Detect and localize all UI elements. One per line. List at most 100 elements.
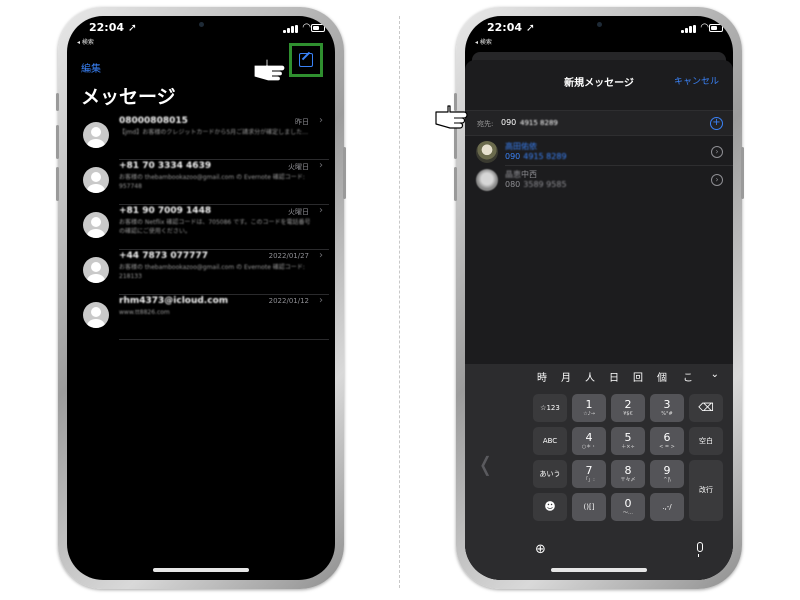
key-digit: 4	[585, 431, 593, 444]
candidate-item[interactable]: 個	[657, 369, 667, 384]
chevron-right-icon[interactable]: ›	[711, 174, 723, 186]
key-return[interactable]: 改行	[689, 460, 723, 521]
chevron-right-icon: ›	[319, 250, 323, 261]
contact-suggestion[interactable]: 高田佑依 090 4915 8289 ›	[465, 138, 733, 166]
recipient-label: 宛先:	[477, 120, 494, 128]
key-digit: 1	[585, 398, 593, 411]
pointing-hand-icon	[253, 58, 286, 82]
home-indicator[interactable]	[153, 568, 249, 572]
signal-icon	[283, 25, 298, 33]
key-label: 空白	[699, 437, 713, 445]
row-divider	[119, 159, 329, 160]
key-9[interactable]: 9 ^|\	[650, 460, 684, 488]
key-5[interactable]: 5 ＋×÷	[611, 427, 645, 455]
candidate-item[interactable]: こ	[683, 369, 693, 384]
emoji-icon: ☻	[544, 500, 556, 513]
camera	[597, 22, 602, 27]
conversation-row[interactable]: +81 90 7009 1448 火曜日 › お客様の Netflix 確認コー…	[83, 205, 329, 250]
edit-button[interactable]: 編集	[81, 60, 101, 75]
conversation-row[interactable]: rhm4373@icloud.com 2022/01/12 › www.tt88…	[83, 295, 329, 340]
home-indicator[interactable]	[551, 568, 647, 572]
signal-icon	[681, 25, 696, 33]
candidate-bar: 時 月 人 日 回 個 こ ⌄	[465, 364, 733, 388]
avatar	[83, 167, 109, 193]
key-digit: 0	[624, 497, 632, 510]
key-delete[interactable]: ⌫	[689, 394, 723, 422]
row-divider	[119, 339, 329, 340]
battery-icon	[709, 24, 723, 32]
recipient-field[interactable]: 宛先: 090 4915 8289 +	[465, 110, 733, 136]
contact-name-visible: 中西	[521, 170, 537, 179]
contact-suggestion[interactable]: 晶恵中西 080 3589 9585 ›	[465, 166, 733, 194]
page-title: メッセージ	[81, 86, 176, 108]
candidate-item[interactable]: 日	[609, 369, 619, 384]
key-digit: 9	[663, 464, 671, 477]
key-digit: 7	[585, 464, 593, 477]
key-7[interactable]: 7 「」:	[572, 460, 606, 488]
key-3[interactable]: 3 %°#	[650, 394, 684, 422]
recipient-input-prefix[interactable]: 090	[501, 118, 516, 127]
key-sub: ¥$€	[623, 411, 633, 417]
key-1[interactable]: 1 ☆♪→	[572, 394, 606, 422]
recipient-input-rest[interactable]: 4915 8289	[520, 119, 558, 127]
candidate-item[interactable]: 回	[633, 369, 643, 384]
key-brackets[interactable]: ()[]	[572, 493, 606, 521]
key-space[interactable]: 空白	[689, 427, 723, 455]
contact-number-rest: 3589 9585	[523, 180, 567, 189]
undo-arrow-icon[interactable]: ❬	[477, 452, 494, 476]
delete-icon: ⌫	[698, 401, 714, 414]
compose-icon[interactable]	[299, 53, 313, 67]
key-2[interactable]: 2 ¥$€	[611, 394, 645, 422]
key-emoji[interactable]: ☻	[533, 493, 567, 521]
contact-number-prefix: 080	[505, 180, 521, 189]
screen: 22:04 ➚ ◂ 検索 ◠ 新規メッセージ キャンセル 宛先: 090 491…	[465, 16, 733, 580]
chevron-right-icon: ›	[319, 295, 323, 306]
conversation-preview: 【jmd】お客様のクレジットカードから5月ご請求分が確定しました…	[119, 129, 309, 136]
contact-number-rest: 4915 8289	[523, 152, 567, 161]
phone-messages-list: 22:04 ➚ ◂ 検索 ◠ 編集 メッセージ 08000808015 昨日 ›…	[56, 7, 346, 589]
candidate-item[interactable]: 時	[537, 369, 547, 384]
add-contact-icon[interactable]: +	[710, 117, 723, 130]
key-label: 改行	[699, 486, 713, 494]
key-label: ☆123	[540, 404, 560, 412]
contact-name: 晶恵中西	[505, 169, 537, 180]
phone-new-message: 22:04 ➚ ◂ 検索 ◠ 新規メッセージ キャンセル 宛先: 090 491…	[435, 7, 744, 589]
power-button	[741, 147, 744, 199]
contact-photo	[476, 141, 498, 163]
globe-icon[interactable]: ⊕	[535, 542, 546, 557]
camera	[199, 22, 204, 27]
japanese-keyboard: 時 月 人 日 回 個 こ ⌄ ❬ ☆123 ABC あいう ☻ 1 ☆♪→ 2 ¥…	[465, 364, 733, 580]
panel-divider	[399, 16, 400, 588]
contact-number: 080 3589 9585	[505, 180, 567, 189]
key-digit: 8	[624, 464, 632, 477]
key-symbols[interactable]: ☆123	[533, 394, 567, 422]
conversation-row[interactable]: +44 7873 077777 2022/01/27 › お客様の thebam…	[83, 250, 329, 295]
key-punctuation[interactable]: .,-/	[650, 493, 684, 521]
conversation-row[interactable]: 08000808015 昨日 › 【jmd】お客様のクレジットカードから5月ご請…	[83, 115, 329, 160]
chevron-right-icon[interactable]: ›	[711, 146, 723, 158]
volume-up-button	[454, 125, 457, 159]
key-4[interactable]: 4 ○＊・	[572, 427, 606, 455]
key-abc[interactable]: ABC	[533, 427, 567, 455]
conversation-preview: www.tt8826.com	[119, 309, 170, 316]
contact-name: 高田佑依	[505, 142, 537, 151]
back-to-app-link[interactable]: ◂ 検索	[475, 37, 492, 46]
key-6[interactable]: 6 < = >	[650, 427, 684, 455]
chevron-right-icon: ›	[319, 205, 323, 216]
candidate-item[interactable]: 人	[585, 369, 595, 384]
key-digit: 2	[624, 398, 632, 411]
row-divider	[119, 204, 329, 205]
chevron-down-icon[interactable]: ⌄	[711, 369, 719, 380]
microphone-icon[interactable]	[697, 542, 703, 557]
key-label: ABC	[542, 437, 558, 445]
cancel-button[interactable]: キャンセル	[674, 74, 719, 87]
candidate-item[interactable]: 月	[561, 369, 571, 384]
key-0[interactable]: 0 〜…	[611, 493, 645, 521]
conversation-sender: 08000808015	[119, 116, 188, 126]
key-kana[interactable]: あいう	[533, 460, 567, 488]
back-to-app-link[interactable]: ◂ 検索	[77, 37, 94, 46]
conversation-date: 火曜日	[288, 163, 309, 171]
conversation-row[interactable]: +81 70 3334 4639 火曜日 › お客様の thebambookaz…	[83, 160, 329, 205]
key-8[interactable]: 8 〒々〆	[611, 460, 645, 488]
key-label: ()[]	[583, 503, 595, 511]
